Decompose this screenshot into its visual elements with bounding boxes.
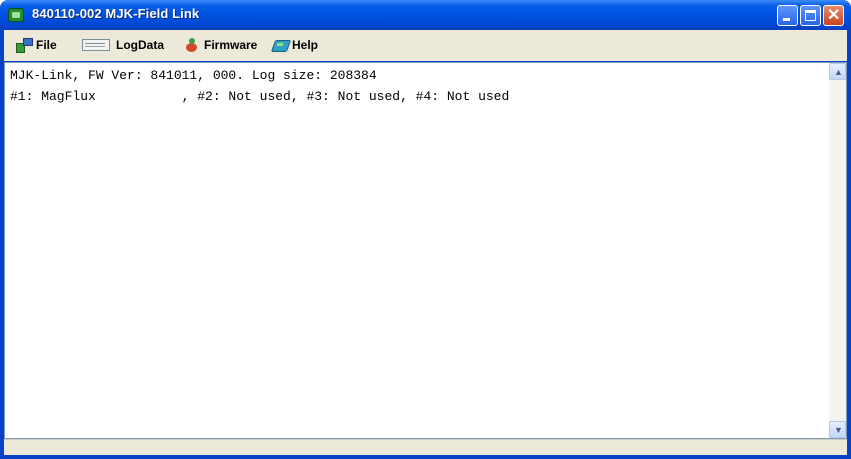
maximize-icon (805, 10, 816, 21)
menu-item-label: Firmware (204, 38, 258, 52)
chevron-down-icon: ▼ (834, 425, 843, 435)
menu-item-help[interactable]: Help (272, 36, 318, 54)
file-icon (16, 38, 33, 53)
close-icon: ✕ (827, 7, 841, 24)
help-icon (272, 38, 288, 52)
menu-bar: File LogData Firmware Help (4, 30, 847, 61)
minimize-button[interactable] (777, 5, 798, 26)
firmware-icon (184, 38, 200, 52)
status-bar (4, 439, 847, 456)
menu-item-label: Help (292, 38, 319, 52)
maximize-button[interactable] (800, 5, 821, 26)
scroll-up-button[interactable]: ▲ (829, 63, 846, 80)
window-title: 840110-002 MJK-Field Link (32, 6, 200, 21)
title-bar[interactable]: 840110-002 MJK-Field Link ✕ (0, 0, 851, 30)
app-icon[interactable] (8, 8, 24, 22)
menu-item-logdata[interactable]: LogData (82, 36, 164, 54)
vertical-scrollbar[interactable]: ▲ ▼ (829, 63, 846, 438)
minimize-icon (783, 18, 790, 21)
window-frame-bottom (0, 455, 851, 459)
menu-item-label: LogData (116, 38, 164, 52)
log-line: MJK-Link, FW Ver: 841011, 000. Log size:… (10, 68, 377, 83)
menu-item-file[interactable]: File (16, 36, 57, 54)
scroll-down-button[interactable]: ▼ (829, 421, 846, 438)
log-text-area[interactable]: MJK-Link, FW Ver: 841011, 000. Log size:… (4, 62, 847, 439)
app-window: 840110-002 MJK-Field Link ✕ File LogData… (0, 0, 851, 459)
menu-item-label: File (36, 38, 57, 52)
logdata-icon (82, 38, 112, 52)
close-button[interactable]: ✕ (823, 5, 844, 26)
log-line: #1: MagFlux , #2: Not used, #3: Not used… (10, 89, 510, 104)
chevron-up-icon: ▲ (834, 67, 843, 77)
menu-item-firmware[interactable]: Firmware (184, 36, 257, 54)
